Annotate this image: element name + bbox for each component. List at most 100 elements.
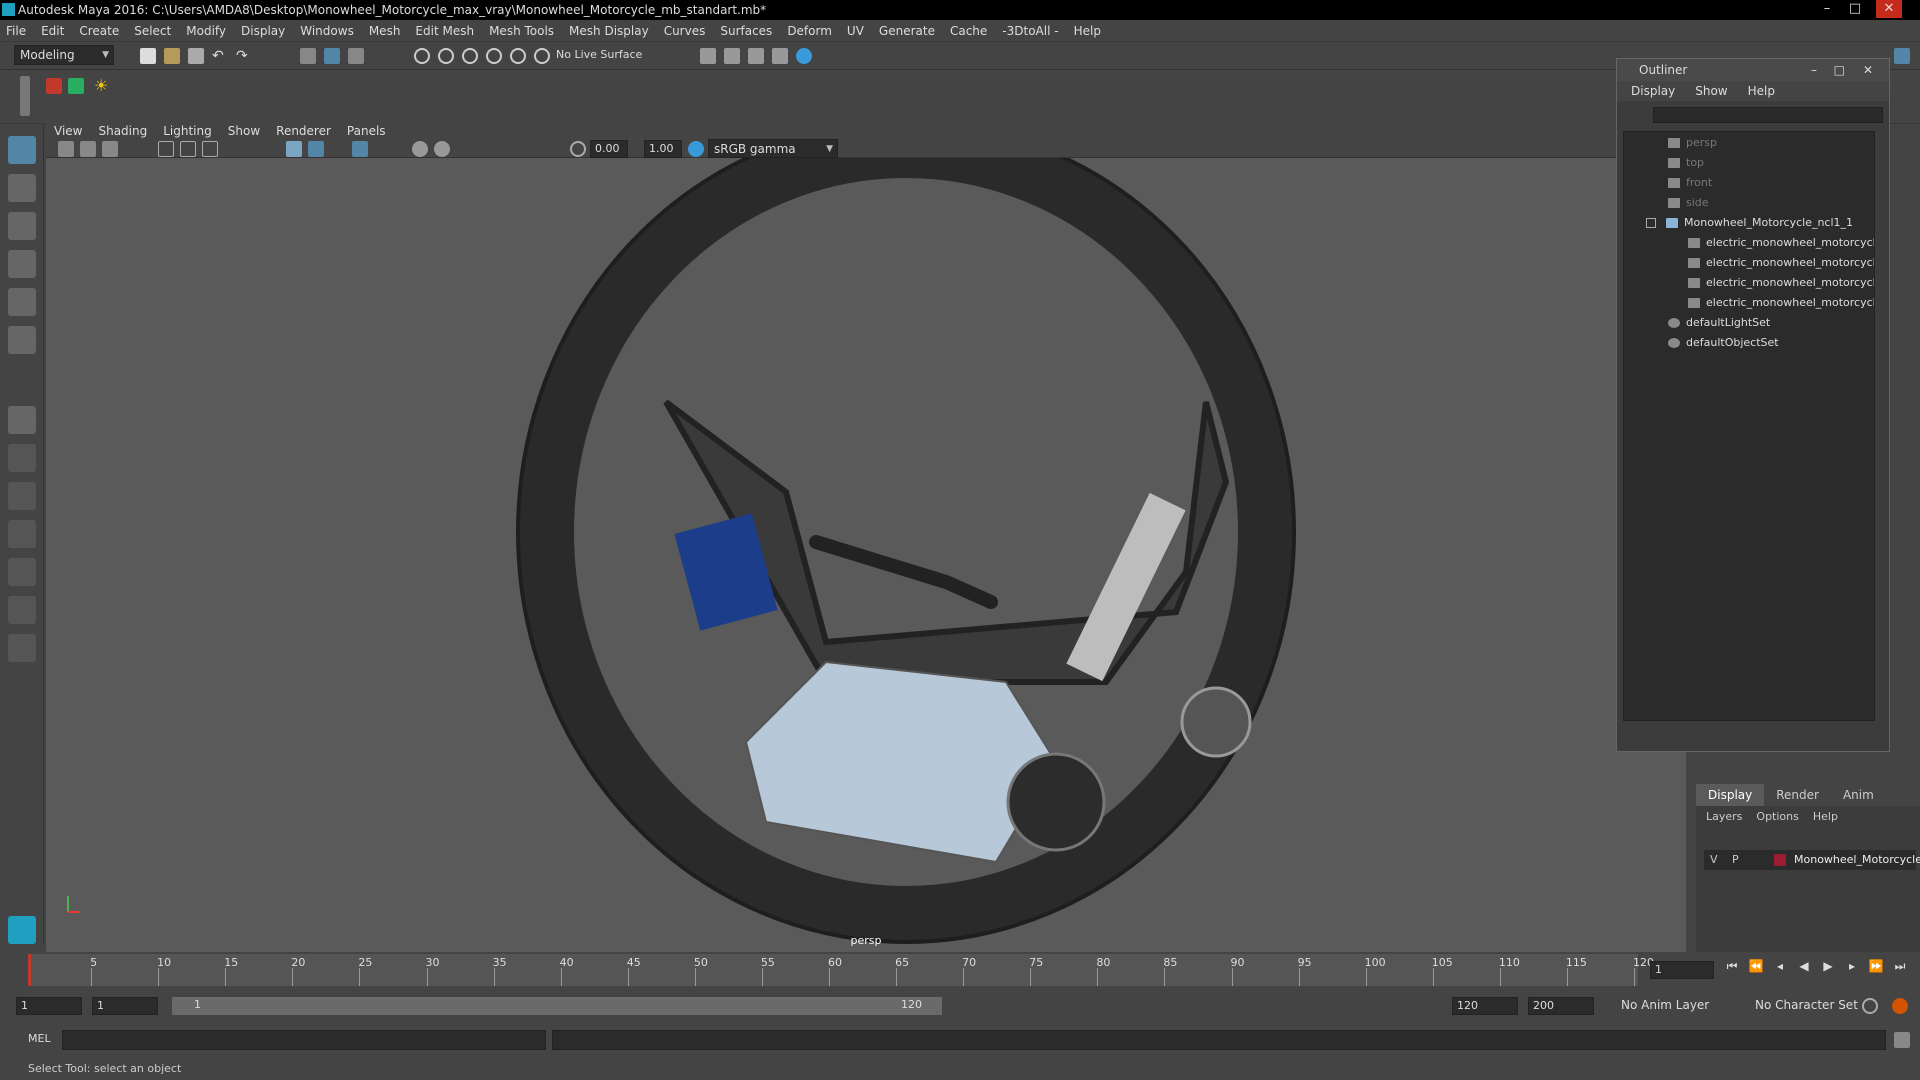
collapse-toggle-icon[interactable] <box>1646 218 1656 228</box>
menu-select[interactable]: Select <box>134 24 171 38</box>
layer-menu-help[interactable]: Help <box>1813 810 1838 823</box>
layer-playback-toggle[interactable]: P <box>1732 853 1739 866</box>
outliner-item-top[interactable]: top <box>1668 154 1704 172</box>
snap-point-icon[interactable] <box>462 48 478 64</box>
sun-light-icon[interactable]: ☀ <box>94 78 110 94</box>
menu-mesh-display[interactable]: Mesh Display <box>569 24 649 38</box>
smooth-shade-icon[interactable] <box>308 141 324 157</box>
range-slider-bar[interactable]: 1 120 <box>172 997 942 1015</box>
layer-row[interactable]: V P Monowheel_Motorcycle <box>1704 850 1920 870</box>
outliner-menu-show[interactable]: Show <box>1695 84 1727 98</box>
layer-visibility-toggle[interactable]: V <box>1710 853 1718 866</box>
hypershade-icon[interactable] <box>796 48 812 64</box>
step-forward-frame-icon[interactable]: ▸ <box>1844 958 1860 974</box>
vp-menu-renderer[interactable]: Renderer <box>276 124 331 138</box>
layers-toggle-icon[interactable] <box>1894 48 1910 64</box>
menu-create[interactable]: Create <box>79 24 119 38</box>
grid-toggle-icon[interactable] <box>158 141 174 157</box>
tab-render[interactable]: Render <box>1764 784 1831 806</box>
step-forward-key-icon[interactable]: ⏩ <box>1868 958 1884 974</box>
time-slider[interactable]: 5 10 15 20 25 30 35 40 45 50 55 60 65 70 75 80 85 90 95 100… <box>0 954 1920 994</box>
layer-menu-options[interactable]: Options <box>1756 810 1798 823</box>
outliner-layout-icon[interactable] <box>8 520 36 548</box>
new-scene-icon[interactable] <box>140 48 156 64</box>
outliner-item-default-object-set[interactable]: defaultObjectSet <box>1668 334 1779 352</box>
select-component-icon[interactable] <box>348 48 364 64</box>
menu-file[interactable]: File <box>6 24 26 38</box>
outliner-item-mesh-4[interactable]: electric_monowheel_motorcycle <box>1688 294 1874 312</box>
menu-uv[interactable]: UV <box>847 24 864 38</box>
graph-layout-icon[interactable] <box>8 558 36 586</box>
current-frame-field[interactable]: 1 <box>1650 961 1714 979</box>
outliner-item-mesh-3[interactable]: electric_monowheel_motorcycle <box>1688 274 1874 292</box>
move-tool-icon[interactable] <box>8 250 36 278</box>
exposure-field[interactable]: 0.00 <box>590 140 628 158</box>
gamma-field[interactable]: 1.00 <box>644 140 682 158</box>
layer-menu-layers[interactable]: Layers <box>1706 810 1742 823</box>
textured-icon[interactable] <box>352 141 368 157</box>
outliner-menu-help[interactable]: Help <box>1748 84 1775 98</box>
bookmark-icon[interactable] <box>102 141 118 157</box>
tab-display[interactable]: Display <box>1696 784 1765 806</box>
live-surface-label[interactable]: No Live Surface <box>556 48 642 61</box>
current-time-indicator[interactable] <box>28 954 31 986</box>
save-scene-icon[interactable] <box>188 48 204 64</box>
snap-curve-icon[interactable] <box>438 48 454 64</box>
menu-deform[interactable]: Deform <box>787 24 832 38</box>
hypershade-layout-icon[interactable] <box>8 596 36 624</box>
outliner-minimize-button[interactable]: – <box>1811 59 1817 81</box>
menu-mesh-tools[interactable]: Mesh Tools <box>489 24 554 38</box>
vp-menu-show[interactable]: Show <box>228 124 260 138</box>
play-forward-icon[interactable]: ▶ <box>1820 958 1836 974</box>
menu-curves[interactable]: Curves <box>664 24 706 38</box>
snap-surface-icon[interactable] <box>510 48 526 64</box>
select-tool-icon[interactable] <box>8 136 36 164</box>
go-to-start-icon[interactable]: ⏮ <box>1724 958 1740 974</box>
timeline-ruler[interactable]: 5 10 15 20 25 30 35 40 45 50 55 60 65 70 75 80 85 90 95 100… <box>28 954 1654 986</box>
redo-icon[interactable]: ↷ <box>236 48 252 64</box>
side-by-side-view-icon[interactable] <box>8 482 36 510</box>
resolution-gate-icon[interactable] <box>202 141 218 157</box>
custom-layout-icon[interactable] <box>8 634 36 662</box>
outliner-maximize-button[interactable]: □ <box>1834 59 1845 81</box>
maximize-button[interactable]: □ <box>1842 0 1868 18</box>
render-settings-icon[interactable] <box>700 48 716 64</box>
single-view-icon[interactable] <box>8 406 36 434</box>
camera-attributes-icon[interactable] <box>80 141 96 157</box>
menu-generate[interactable]: Generate <box>879 24 935 38</box>
vp-menu-panels[interactable]: Panels <box>347 124 386 138</box>
go-to-end-icon[interactable]: ⏭ <box>1892 958 1908 974</box>
animation-end-field[interactable]: 200 <box>1528 997 1594 1015</box>
render-view-icon[interactable] <box>772 48 788 64</box>
outliner-title-bar[interactable]: Outliner – □ ✕ <box>1617 59 1889 81</box>
vp-menu-lighting[interactable]: Lighting <box>163 124 212 138</box>
play-backward-icon[interactable]: ◀ <box>1796 958 1812 974</box>
outliner-item-persp[interactable]: persp <box>1668 134 1717 152</box>
color-management-icon[interactable] <box>688 141 704 157</box>
animation-preferences-icon[interactable] <box>1892 998 1908 1014</box>
paint-select-icon[interactable] <box>8 212 36 240</box>
layer-name[interactable]: Monowheel_Motorcycle <box>1794 853 1920 866</box>
menu-mesh[interactable]: Mesh <box>369 24 401 38</box>
menu-modify[interactable]: Modify <box>186 24 226 38</box>
animation-start-field[interactable]: 1 <box>16 997 82 1015</box>
select-hierarchy-icon[interactable] <box>300 48 316 64</box>
menu-cache[interactable]: Cache <box>950 24 987 38</box>
playback-end-field[interactable]: 120 <box>1452 997 1518 1015</box>
four-view-icon[interactable] <box>8 444 36 472</box>
playback-start-field[interactable]: 1 <box>92 997 158 1015</box>
menu-edit-mesh[interactable]: Edit Mesh <box>415 24 474 38</box>
perspective-viewport[interactable]: persp <box>46 122 1686 952</box>
wireframe-icon[interactable] <box>286 141 302 157</box>
tab-anim[interactable]: Anim <box>1831 784 1886 806</box>
layer-color-swatch[interactable] <box>1774 854 1786 866</box>
outliner-item-mesh-1[interactable]: electric_monowheel_motorcycle <box>1688 234 1874 252</box>
menu-3dtoall[interactable]: -3DtoAll - <box>1002 24 1058 38</box>
outliner-item-front[interactable]: front <box>1668 174 1712 192</box>
character-set-selector[interactable]: No Character Set <box>1750 996 1866 1016</box>
menu-windows[interactable]: Windows <box>300 24 354 38</box>
monowheel-model[interactable] <box>46 122 1686 952</box>
outliner-item-side[interactable]: side <box>1668 194 1709 212</box>
select-object-icon[interactable] <box>324 48 340 64</box>
auto-key-icon[interactable] <box>1862 998 1878 1014</box>
